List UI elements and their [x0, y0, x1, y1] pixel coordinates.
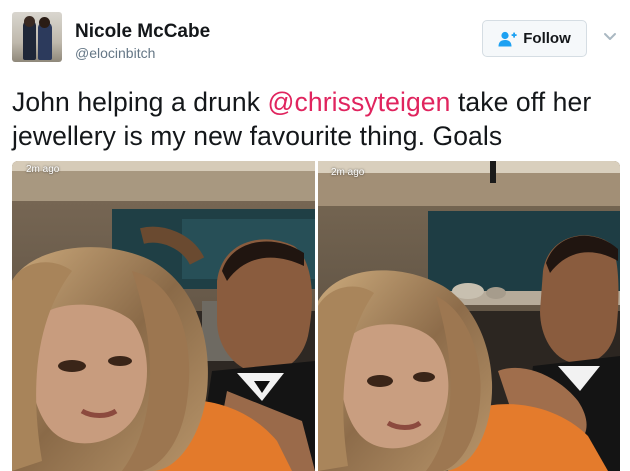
media-grid: 2m ago 2m ago [12, 161, 620, 471]
add-user-icon [498, 31, 517, 46]
photo-left-image [12, 161, 315, 471]
snap-timestamp: 2m ago [26, 164, 60, 175]
follow-label: Follow [523, 30, 571, 47]
photo-right-image [318, 161, 620, 471]
author-handle[interactable]: @elocinbitch [75, 45, 155, 61]
tweet-text: John helping a drunk @chrissyteigen take… [12, 85, 618, 153]
photo-left[interactable]: 2m ago [12, 161, 315, 471]
tweet-card: Nicole McCabe @elocinbitch Follow John h… [0, 0, 630, 471]
follow-button[interactable]: Follow [482, 20, 587, 57]
chevron-down-icon[interactable] [603, 32, 617, 42]
tweet-text-before: John helping a drunk [12, 87, 268, 117]
photo-right[interactable]: 2m ago [318, 161, 620, 471]
avatar[interactable] [12, 12, 62, 62]
author-display-name[interactable]: Nicole McCabe [75, 21, 210, 43]
mention-link[interactable]: @chrissyteigen [268, 87, 451, 117]
snap-timestamp: 2m ago [331, 167, 365, 178]
